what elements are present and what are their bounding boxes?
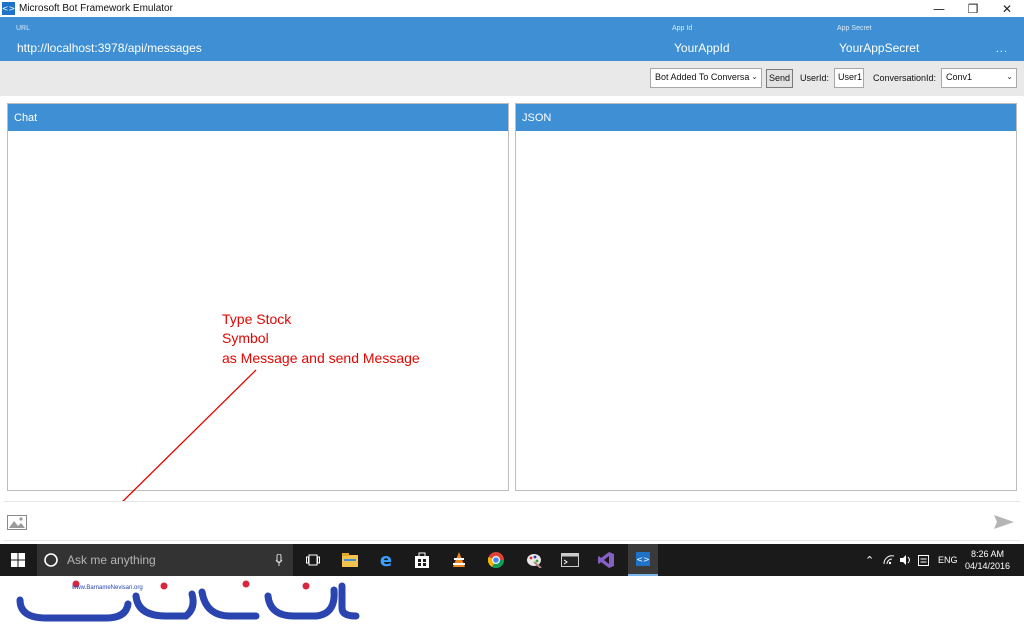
taskbar: Ask me anything e <> ⌃ ENG 8:26 AM 04/14… [0, 544, 1024, 576]
windows-start-icon[interactable] [4, 544, 32, 576]
paint-icon[interactable] [520, 544, 548, 576]
store-icon[interactable] [408, 544, 436, 576]
userid-label: UserId: [800, 73, 830, 83]
userid-input[interactable]: User1 [834, 68, 864, 88]
annotation-line-3: as Message and send Message [222, 350, 420, 366]
clock-time: 8:26 AM [970, 549, 1004, 559]
window-controls: — ❐ ✕ [922, 0, 1024, 17]
chevron-down-icon: ⌄ [1006, 72, 1013, 81]
appsecret-field[interactable]: YourAppSecret [839, 41, 919, 55]
tray-chevron-up-icon[interactable]: ⌃ [865, 544, 874, 576]
connection-header: URL http://localhost:3978/api/messages A… [0, 17, 1024, 61]
close-button[interactable]: ✕ [990, 0, 1024, 17]
image-upload-icon[interactable] [7, 515, 27, 530]
annotation-arrow [113, 369, 257, 511]
send-activity-button[interactable]: Send [766, 69, 793, 88]
appid-label: App Id [672, 25, 693, 32]
clock[interactable]: 8:26 AM 04/14/2016 [965, 548, 1010, 572]
volume-icon[interactable] [900, 544, 912, 576]
conversationid-label: ConversationId: [873, 73, 937, 83]
cmd-icon[interactable] [556, 544, 584, 576]
edge-icon[interactable]: e [372, 544, 400, 576]
conversationid-value: Conv1 [946, 72, 973, 82]
conversationid-select[interactable]: Conv1 ⌄ [941, 68, 1017, 88]
toolbar: Bot Added To Conversa ⌄ Send UserId: Use… [0, 61, 1024, 96]
json-panel-title: JSON [516, 104, 1016, 131]
minimize-button[interactable]: — [922, 0, 956, 17]
taskbar-search-input[interactable]: Ask me anything [37, 544, 293, 576]
task-view-icon[interactable] [300, 544, 326, 576]
window-title: Microsoft Bot Framework Emulator [19, 3, 173, 14]
vlc-icon[interactable] [445, 544, 473, 576]
message-input-bar[interactable] [4, 501, 1020, 541]
annotation-line-1: Type Stock [222, 311, 292, 327]
chrome-icon[interactable] [482, 544, 510, 576]
restore-button[interactable]: ❐ [956, 0, 990, 17]
watermark-site: www.BarnameNevisan.org [72, 585, 143, 591]
emulator-icon[interactable]: <> [628, 544, 658, 576]
wifi-icon[interactable] [883, 544, 895, 576]
activity-type-select[interactable]: Bot Added To Conversa ⌄ [650, 68, 762, 88]
microphone-icon[interactable] [275, 554, 283, 567]
annotation-line-2: Symbol [222, 330, 269, 346]
screen: <> Microsoft Bot Framework Emulator — ❐ … [0, 0, 1024, 625]
visual-studio-icon[interactable] [592, 544, 620, 576]
chevron-down-icon: ⌄ [751, 72, 758, 81]
json-panel: JSON [515, 103, 1017, 491]
send-message-icon[interactable] [994, 515, 1014, 529]
appid-field[interactable]: YourAppId [674, 41, 730, 55]
appsecret-label: App Secret [837, 25, 872, 32]
activity-type-value: Bot Added To Conversa [655, 72, 750, 82]
language-indicator[interactable]: ENG [938, 544, 958, 576]
clock-date: 04/14/2016 [964, 561, 1010, 571]
more-options-button[interactable]: ... [996, 43, 1008, 55]
file-explorer-icon[interactable] [336, 544, 364, 576]
cortana-icon [44, 553, 58, 567]
chat-panel-title: Chat [8, 104, 508, 131]
app-icon: <> [1, 2, 16, 15]
watermark-logo: www.BarnameNevisan.org [16, 578, 366, 622]
action-center-icon[interactable] [918, 544, 929, 576]
title-bar: <> Microsoft Bot Framework Emulator — ❐ … [0, 0, 1024, 17]
url-field[interactable]: http://localhost:3978/api/messages [17, 41, 202, 55]
url-label: URL [16, 25, 31, 32]
search-placeholder: Ask me anything [67, 553, 156, 567]
